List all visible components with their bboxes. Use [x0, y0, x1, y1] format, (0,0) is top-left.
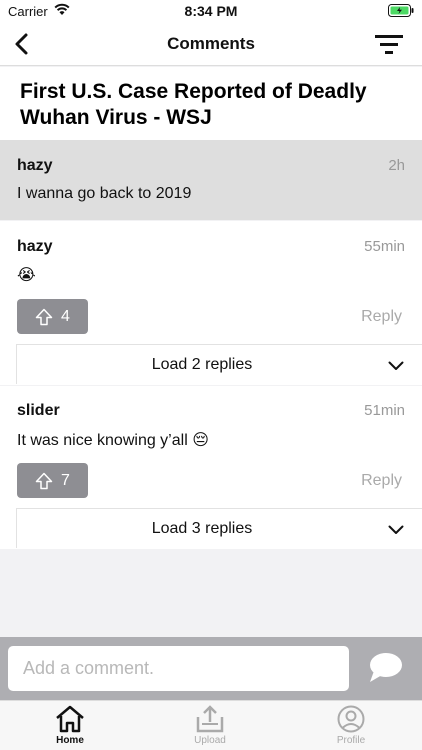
comment-composer	[0, 637, 422, 700]
chevron-down-icon	[388, 522, 404, 540]
comment-age: 51min	[364, 402, 405, 419]
home-icon	[56, 705, 84, 733]
filter-icon[interactable]	[374, 32, 404, 56]
clock-time: 8:34 PM	[184, 3, 238, 19]
article-header: First U.S. Case Reported of Deadly Wuhan…	[0, 67, 422, 140]
upvote-count: 7	[61, 471, 70, 489]
chat-bubble-icon[interactable]	[366, 651, 404, 685]
arrow-up-icon	[35, 308, 53, 325]
comment-body: 😭	[17, 267, 36, 284]
tab-profile-label: Profile	[336, 735, 366, 746]
load-replies-label: Load 3 replies	[151, 520, 253, 537]
article-headline: First U.S. Case Reported of Deadly Wuhan…	[20, 80, 367, 129]
comment-input[interactable]	[8, 646, 349, 691]
tab-bar: Home Upload Profile	[0, 700, 422, 750]
comment-age: 2h	[388, 157, 405, 174]
tab-profile[interactable]: Profile	[311, 705, 391, 746]
comment-author[interactable]: hazy	[17, 157, 53, 175]
upvote-button[interactable]: 4	[17, 299, 88, 334]
reply-button[interactable]: Reply	[361, 308, 402, 326]
comment-author[interactable]: hazy	[17, 238, 53, 256]
battery-icon	[388, 4, 414, 20]
reply-button[interactable]: Reply	[361, 472, 402, 490]
profile-icon	[337, 705, 365, 733]
navigation-bar: Comments	[0, 22, 422, 66]
upvote-count: 4	[61, 307, 70, 325]
comment-age: 55min	[364, 238, 405, 255]
load-replies-button[interactable]: Load 2 replies	[16, 344, 422, 384]
comment-body: I wanna go back to 2019	[17, 185, 192, 202]
comment-body: It was nice knowing y’all 😔	[17, 432, 209, 449]
comment-author[interactable]: slider	[17, 402, 60, 420]
tab-upload-label: Upload	[194, 735, 226, 746]
tab-home-label: Home	[56, 735, 84, 746]
tab-home[interactable]: Home	[30, 705, 110, 746]
load-replies-button[interactable]: Load 3 replies	[16, 508, 422, 548]
arrow-up-icon	[35, 472, 53, 489]
load-replies-label: Load 2 replies	[151, 356, 253, 373]
chevron-down-icon	[388, 358, 404, 376]
upvote-button[interactable]: 7	[17, 463, 88, 498]
comment-item: hazy 55min 😭 4 Reply Load 2 replies	[0, 221, 422, 385]
page-title: Comments	[167, 34, 255, 53]
upload-icon	[196, 705, 224, 733]
comment-item: slider 51min It was nice knowing y’all 😔…	[0, 386, 422, 549]
tab-upload[interactable]: Upload	[170, 705, 250, 746]
status-bar: Carrier 8:34 PM	[0, 0, 422, 22]
comment-item[interactable]: hazy 2h I wanna go back to 2019	[0, 140, 422, 220]
